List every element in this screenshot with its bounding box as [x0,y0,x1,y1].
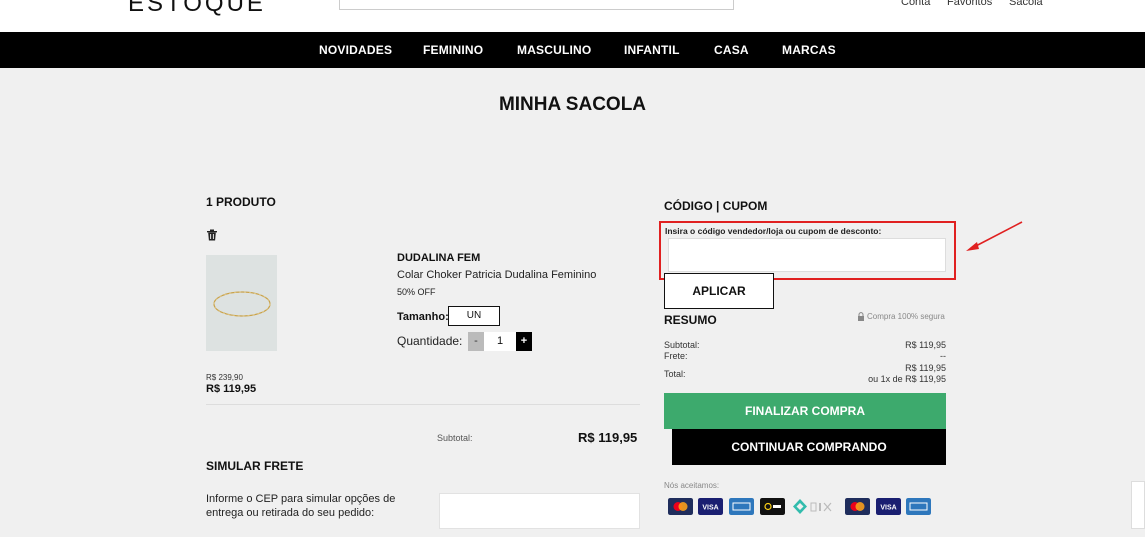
payments-label: Nós aceitamos: [664,481,720,490]
continue-shopping-button[interactable]: CONTINUAR COMPRANDO [672,429,946,465]
summary-shipping-label: Frete: [664,351,688,361]
nav-item-feminino[interactable]: FEMININO [423,43,483,57]
search-input[interactable] [339,0,734,10]
visa-icon: VISA [876,498,901,515]
summary-subtotal-label: Subtotal: [664,340,700,350]
page-title: MINHA SACOLA [498,94,647,115]
divider [206,404,640,405]
cart-subtotal-label: Subtotal: [437,433,473,443]
size-selector[interactable]: UN [448,306,500,326]
secure-purchase-text: Compra 100% segura [867,312,945,321]
shipping-description-2: entrega ou retirada do seu pedido: [206,507,375,519]
apply-coupon-button[interactable]: APLICAR [664,273,774,309]
top-header: ESTOQUE Conta Favoritos Sacola [0,0,1145,32]
store-logo[interactable]: ESTOQUE [128,0,266,18]
main-nav: NOVIDADES FEMININO MASCULINO INFANTIL CA… [0,32,1145,68]
account-link[interactable]: Conta [901,0,930,8]
quantity-increase-button[interactable]: + [516,332,532,351]
nav-item-infantil[interactable]: INFANTIL [624,43,680,57]
favorites-link[interactable]: Favoritos [947,0,992,8]
cart-subtotal-value: R$ 119,95 [578,430,638,445]
nav-item-novidades[interactable]: NOVIDADES [319,43,392,57]
quantity-decrease-button[interactable]: - [468,332,484,351]
coupon-highlight-box [659,221,956,280]
amex-icon [906,498,931,515]
coupon-title: CÓDIGO | CUPOM [664,199,768,213]
summary-total-value: R$ 119,95 [905,363,946,373]
nav-item-masculino[interactable]: MASCULINO [517,43,591,57]
lock-icon [858,312,864,321]
shipping-description: Informe o CEP para simular opções de [206,493,396,505]
product-name[interactable]: Colar Choker Patricia Dudalina Feminino [397,269,596,281]
product-image[interactable] [206,255,277,351]
visa-icon: VISA [698,498,723,515]
product-brand: DUDALINA FEM [397,252,481,264]
old-price: R$ 239,90 [206,373,243,382]
amex-icon [729,498,754,515]
shipping-title: SIMULAR FRETE [206,459,304,473]
mastercard-icon [668,498,693,515]
cep-input[interactable] [439,493,640,529]
elo-icon [760,498,785,515]
svg-text:VISA: VISA [880,505,896,512]
trash-icon[interactable] [206,229,218,241]
bag-link[interactable]: Sacola [1009,0,1043,8]
quantity-input[interactable]: 1 [484,332,516,351]
mastercard-icon [845,498,870,515]
nav-item-marcas[interactable]: MARCAS [782,43,836,57]
discount-badge: 50% OFF [397,287,436,297]
checkout-button[interactable]: FINALIZAR COMPRA [664,393,946,429]
product-count: 1 PRODUTO [206,195,276,209]
scrollbar[interactable] [1131,481,1145,529]
size-label: Tamanho: [397,311,449,323]
summary-title: RESUMO [664,313,717,327]
pix-icon [793,499,832,514]
svg-text:VISA: VISA [702,505,718,512]
summary-total-label: Total: [664,369,686,379]
quantity-label: Quantidade: [397,334,463,348]
nav-item-casa[interactable]: CASA [714,43,749,57]
arrow-annotation-icon [966,221,1023,251]
installments-text: ou 1x de R$ 119,95 [868,374,946,384]
item-price: R$ 119,95 [206,383,257,395]
summary-subtotal-value: R$ 119,95 [905,340,946,350]
summary-shipping-value: -- [940,351,946,361]
